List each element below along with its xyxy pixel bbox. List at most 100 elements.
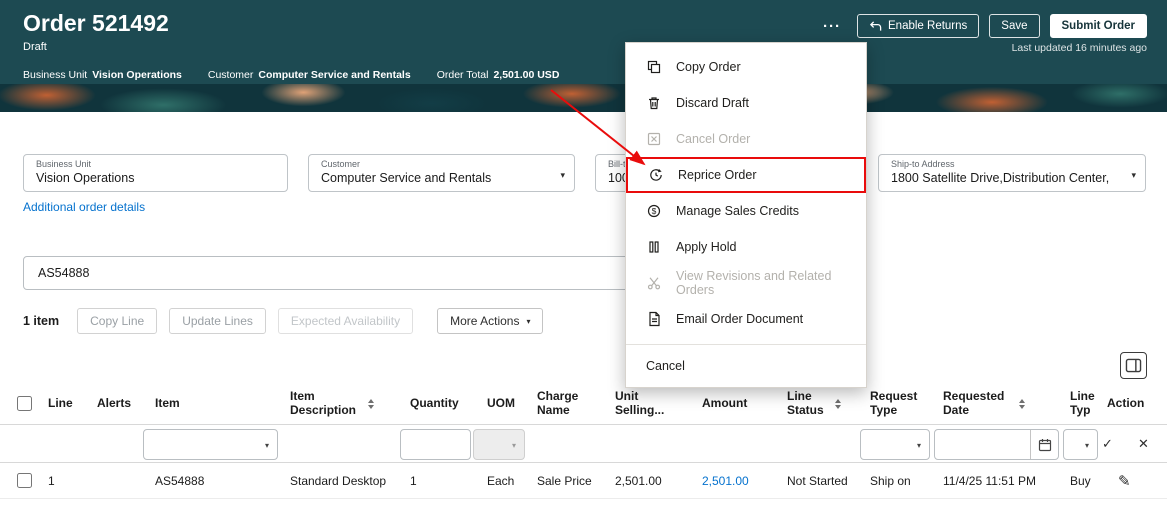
row-select-checkbox[interactable] [17, 473, 32, 488]
meta-label: Customer [207, 69, 254, 81]
business-unit-field[interactable]: Business Unit Vision Operations [23, 154, 288, 192]
col-label: Line Typ [1070, 388, 1095, 417]
menu-item-reprice-order[interactable]: Reprice Order [626, 157, 866, 193]
col-header-line-type: Line Typ [1070, 383, 1102, 424]
copy-line-button[interactable]: Copy Line [77, 308, 158, 334]
last-updated-text: Last updated 16 minutes ago [1011, 42, 1147, 54]
chevron-down-icon: ▾ [511, 441, 516, 450]
apply-filter-check-icon[interactable]: ✓ [1102, 436, 1113, 452]
col-label: Alerts [97, 395, 132, 410]
col-label: Line Status [787, 388, 824, 417]
update-lines-button[interactable]: Update Lines [169, 308, 266, 334]
more-actions-ellipsis-button[interactable]: ··· [817, 18, 847, 35]
cell-unit-selling: 2,501.00 [615, 463, 695, 498]
return-arrow-icon [869, 20, 882, 31]
chevron-down-icon[interactable]: ▾ [1131, 170, 1136, 181]
menu-item-copy-order[interactable]: Copy Order [626, 49, 866, 85]
expected-availability-button[interactable]: Expected Availability [277, 308, 414, 334]
menu-item-apply-hold[interactable]: Apply Hold [626, 229, 866, 265]
chevron-down-icon: ▾ [1084, 441, 1089, 450]
chevron-down-icon: ▾ [264, 441, 269, 450]
meta-value: 2,501.00 USD [493, 69, 560, 81]
uom-filter-select[interactable]: ▾ [473, 429, 525, 460]
scissors-icon [647, 277, 661, 290]
document-icon [649, 311, 660, 327]
menu-item-label: Manage Sales Credits [676, 204, 799, 218]
edit-line-pencil-icon[interactable]: ✎ [1118, 472, 1131, 490]
cell-line: 1 [48, 463, 90, 498]
sort-icon[interactable] [368, 398, 374, 409]
chevron-down-icon[interactable]: ▾ [560, 170, 565, 181]
col-label: Action [1107, 395, 1145, 410]
quantity-filter-input[interactable] [400, 429, 471, 460]
sort-icon[interactable] [1019, 398, 1025, 409]
submit-order-label: Submit Order [1061, 20, 1135, 32]
clear-filter-close-icon[interactable]: ✕ [1138, 436, 1149, 452]
business-unit-value: Vision Operations [36, 171, 135, 185]
cell-line-type: Buy [1070, 463, 1102, 498]
calendar-picker-button[interactable] [1030, 430, 1058, 459]
ship-to-label: Ship-to Address [891, 159, 955, 169]
ship-to-value: 1800 Satellite Drive,Distribution Center… [891, 171, 1110, 185]
select-all-checkbox[interactable] [17, 396, 32, 411]
hold-pause-icon [649, 241, 659, 253]
cell-value: 2,501.00 [615, 473, 662, 488]
menu-item-cancel-order: Cancel Order [626, 121, 866, 157]
line-type-filter-select[interactable]: ▾ [1063, 429, 1098, 460]
business-unit-label: Business Unit [36, 159, 92, 169]
page-title: Order 521492 [23, 10, 169, 36]
menu-item-discard-draft[interactable]: Discard Draft [626, 85, 866, 121]
request-type-filter-select[interactable]: ▾ [860, 429, 930, 460]
save-button[interactable]: Save [989, 14, 1040, 38]
submit-order-button[interactable]: Submit Order [1049, 14, 1147, 38]
menu-item-email-order-document[interactable]: Email Order Document [626, 301, 866, 337]
col-header-item-description[interactable]: Item Description [290, 383, 386, 424]
header-actions: ··· Enable Returns Save Submit Order [817, 14, 1147, 38]
menu-item-manage-sales-credits[interactable]: $ Manage Sales Credits [626, 193, 866, 229]
order-actions-menu: Copy Order Discard Draft Cancel Order Re… [625, 42, 867, 388]
order-meta: Business Unit Vision Operations Customer… [23, 69, 559, 81]
col-header-line-status[interactable]: Line Status [787, 383, 851, 424]
col-label: UOM [487, 395, 515, 410]
cell-value: 2,501.00 [702, 473, 749, 488]
manage-columns-button[interactable] [1120, 352, 1147, 379]
cell-item-description: Standard Desktop [290, 463, 405, 498]
col-label: Amount [702, 395, 748, 410]
sort-icon[interactable] [835, 398, 841, 409]
menu-cancel-button[interactable]: Cancel [626, 345, 866, 387]
menu-item-label: Cancel Order [676, 132, 751, 146]
meta-business-unit: Business Unit Vision Operations [23, 69, 182, 81]
more-actions-button[interactable]: More Actions ▾ [437, 308, 544, 334]
enable-returns-label: Enable Returns [888, 20, 968, 32]
page-header: Order 521492 Draft Business Unit Vision … [0, 0, 1167, 112]
col-header-item: Item [155, 383, 275, 424]
requested-date-filter-input[interactable] [934, 429, 1059, 460]
cell-request-type: Ship on [870, 463, 936, 498]
columns-panel-icon [1125, 358, 1142, 373]
col-label: Line [48, 395, 73, 410]
col-header-requested-date[interactable]: Requested Date [943, 383, 1039, 424]
meta-value: Computer Service and Rentals [258, 69, 411, 81]
col-header-action: Action [1107, 383, 1157, 424]
table-filter-row: ▾ ▾ ▾ ▾ ✓ ✕ [0, 426, 1167, 463]
table-row: 1 AS54888 Standard Desktop 1 Each Sale P… [0, 463, 1167, 499]
col-header-charge-name: Charge Name [537, 383, 595, 424]
menu-item-label: Reprice Order [678, 168, 757, 182]
cancel-square-icon [647, 132, 661, 146]
additional-order-details-link[interactable]: Additional order details [23, 200, 145, 214]
menu-item-label: View Revisions and Related Orders [676, 269, 832, 297]
item-filter-select[interactable]: ▾ [143, 429, 278, 460]
item-count: 1 item [23, 314, 60, 328]
menu-item-label: Apply Hold [676, 240, 737, 254]
enable-returns-button[interactable]: Enable Returns [857, 14, 980, 38]
update-lines-label: Update Lines [182, 314, 253, 328]
copy-icon [647, 60, 661, 74]
cell-amount-link[interactable]: 2,501.00 [702, 463, 780, 498]
meta-value: Vision Operations [92, 69, 182, 81]
cell-value: 1 [410, 473, 417, 488]
order-page: Order 521492 Draft Business Unit Vision … [0, 0, 1167, 515]
customer-field[interactable]: Customer Computer Service and Rentals ▾ [308, 154, 575, 192]
col-label: Quantity [410, 395, 459, 410]
ship-to-address-field[interactable]: Ship-to Address 1800 Satellite Drive,Dis… [878, 154, 1146, 192]
cell-value: Each [487, 473, 515, 488]
